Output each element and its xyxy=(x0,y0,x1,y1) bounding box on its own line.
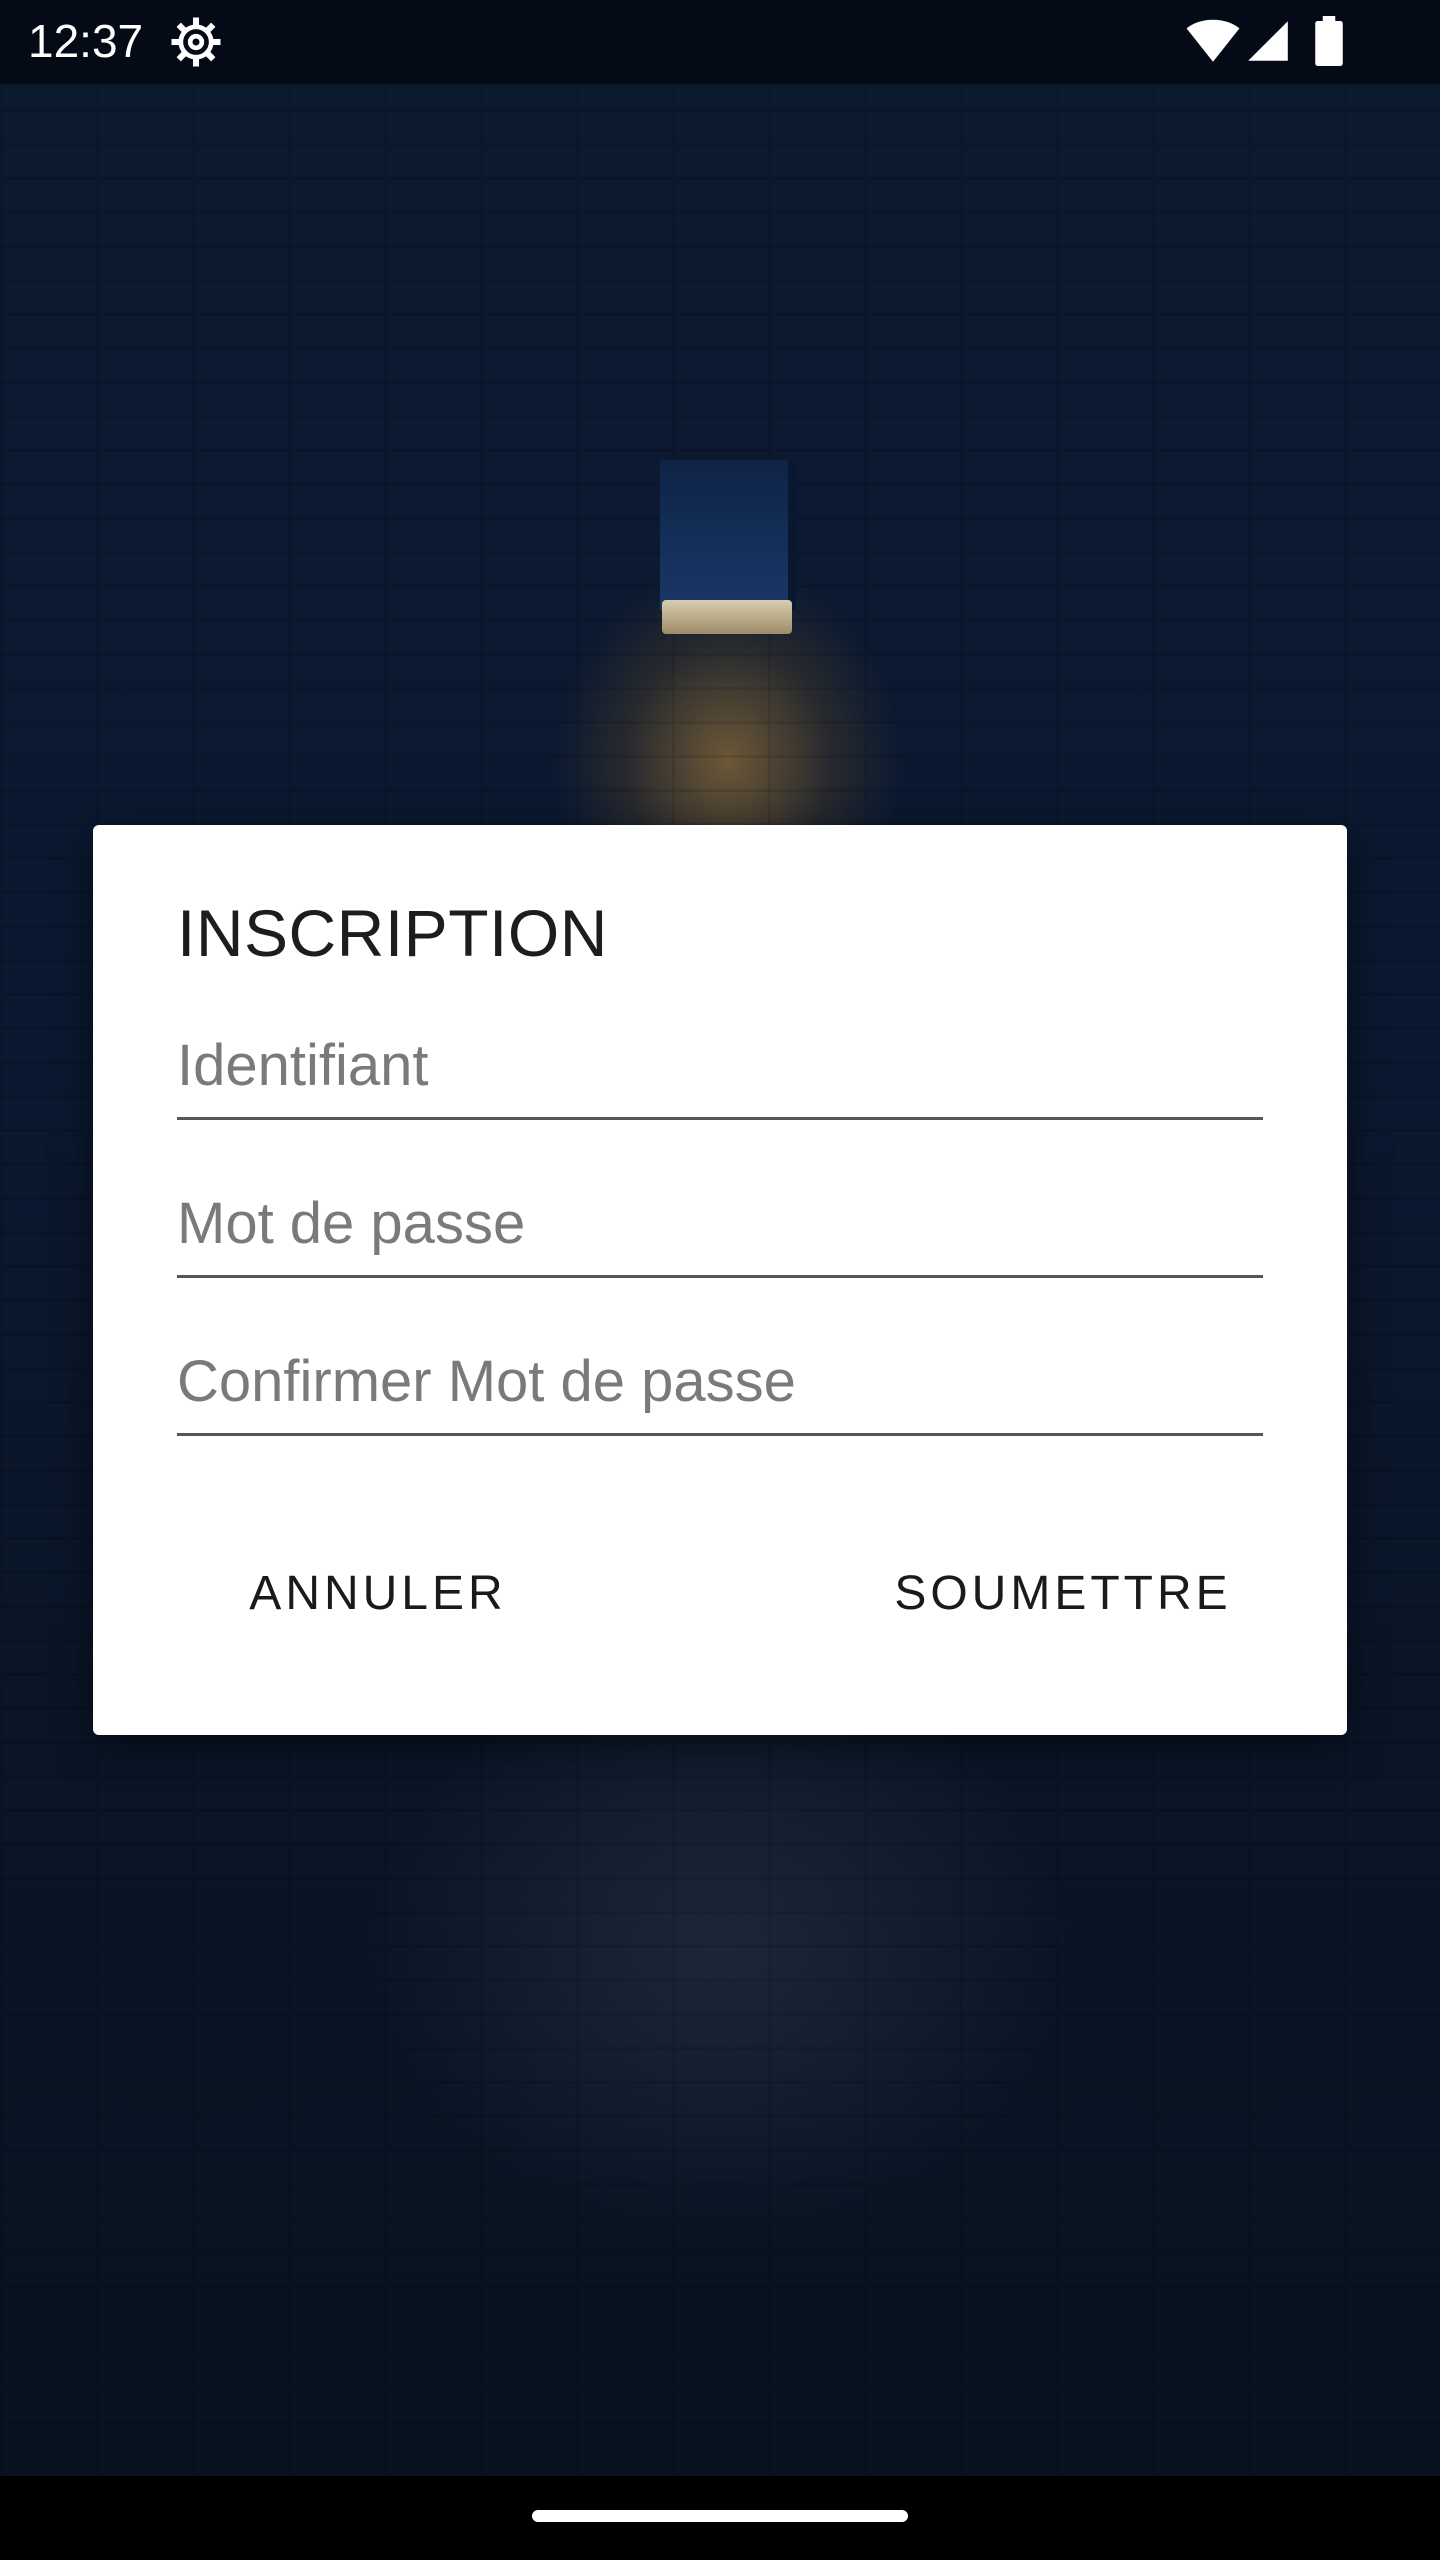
password-input[interactable] xyxy=(177,1171,1263,1278)
confirm-password-input[interactable] xyxy=(177,1329,1263,1436)
submit-button[interactable]: SOUMETTRE xyxy=(848,1545,1278,1641)
confirm-password-field xyxy=(177,1329,1263,1439)
registration-dialog: INSCRIPTION ANNULER SOUMETTRE xyxy=(93,825,1347,1735)
username-input[interactable] xyxy=(177,1013,1263,1120)
battery-icon xyxy=(1315,16,1343,66)
dialog-title: INSCRIPTION xyxy=(177,896,608,970)
status-time: 12:37 xyxy=(28,15,144,67)
cancel-button[interactable]: ANNULER xyxy=(213,1545,543,1641)
home-gesture-handle[interactable] xyxy=(532,2510,908,2522)
wall-lamp xyxy=(660,460,788,610)
username-field xyxy=(177,1013,1263,1123)
status-bar: 12:37 xyxy=(0,0,1440,84)
cell-signal-icon xyxy=(1248,21,1288,61)
password-field xyxy=(177,1171,1263,1281)
wifi-icon xyxy=(1186,19,1240,62)
wall-lamp-light xyxy=(662,600,792,634)
settings-gear-icon xyxy=(171,17,221,67)
